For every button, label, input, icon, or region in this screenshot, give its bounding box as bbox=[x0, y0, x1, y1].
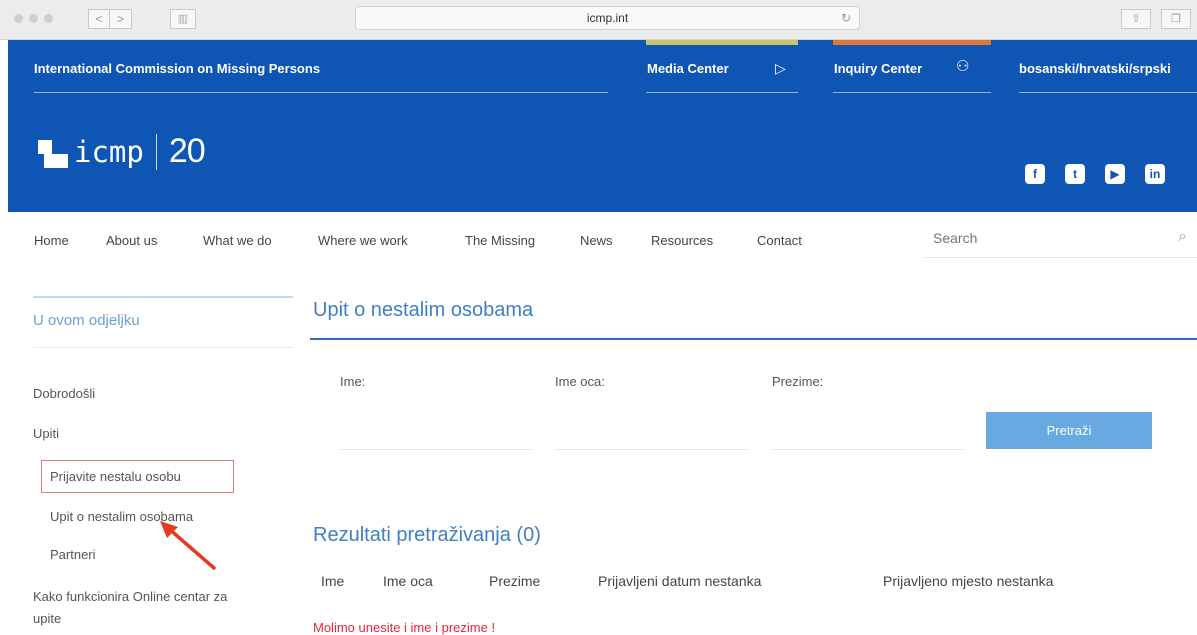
validation-warning: Molimo unesite i ime i prezime ! bbox=[313, 620, 496, 635]
column-place-missing: Prijavljeno mjesto nestanka bbox=[883, 573, 1054, 589]
father-name-input[interactable] bbox=[555, 412, 747, 450]
inquiry-center-accent bbox=[833, 40, 991, 45]
logo-mark-icon bbox=[38, 136, 70, 168]
nav-about-us[interactable]: About us bbox=[106, 233, 157, 248]
first-name-input[interactable] bbox=[340, 412, 532, 450]
sidebar-item-report-missing[interactable]: Prijavite nestalu osobu bbox=[50, 469, 181, 484]
window-controls bbox=[14, 14, 53, 23]
column-father-name: Ime oca bbox=[383, 573, 433, 589]
title-underline bbox=[310, 338, 1197, 340]
nav-what-we-do[interactable]: What we do bbox=[203, 233, 272, 248]
history-buttons: < > bbox=[88, 9, 132, 29]
browser-toolbar: < > ▥ icmp.int ↻ ⇧ ❐ bbox=[0, 0, 1197, 40]
sidebar-item-online-center[interactable]: Kako funkcionira Online centar za bbox=[33, 589, 227, 604]
nav-resources[interactable]: Resources bbox=[651, 233, 713, 248]
site-search: ⌕ bbox=[925, 222, 1197, 258]
last-name-input[interactable] bbox=[772, 412, 964, 450]
inquiry-center-underline bbox=[833, 92, 991, 93]
column-first-name: Ime bbox=[321, 573, 345, 589]
back-button[interactable]: < bbox=[88, 9, 110, 29]
org-name-link[interactable]: International Commission on Missing Pers… bbox=[34, 61, 320, 76]
media-center-accent bbox=[646, 40, 798, 45]
sidebar-item-inquiries[interactable]: Upiti bbox=[33, 426, 59, 441]
share-icon[interactable]: ⇧ bbox=[1121, 9, 1151, 29]
sidebar-divider bbox=[33, 347, 293, 348]
page-title: Upit o nestalim osobama bbox=[313, 299, 534, 321]
sidebar-title: U ovom odjeljku bbox=[33, 312, 140, 329]
logo-anniversary: 20 bbox=[168, 132, 206, 170]
toolbar-actions: ⇧ ❐ bbox=[1121, 9, 1191, 29]
forward-button[interactable]: > bbox=[110, 9, 132, 29]
search-button[interactable]: Pretraži bbox=[986, 412, 1152, 449]
last-name-label: Prezime: bbox=[772, 374, 824, 389]
nav-news[interactable]: News bbox=[580, 233, 613, 248]
address-bar[interactable]: icmp.int ↻ bbox=[355, 6, 860, 30]
first-name-label: Ime: bbox=[340, 374, 366, 389]
language-underline bbox=[1019, 92, 1197, 93]
user-icon: ⚇ bbox=[956, 58, 970, 75]
url-text: icmp.int bbox=[586, 11, 629, 25]
tabs-icon[interactable]: ❐ bbox=[1161, 9, 1191, 29]
zoom-window-button[interactable] bbox=[44, 14, 53, 23]
site-header: International Commission on Missing Pers… bbox=[8, 40, 1197, 212]
sidebar-item-partners[interactable]: Partneri bbox=[50, 547, 96, 562]
sidebar-toggle-icon[interactable]: ▥ bbox=[170, 9, 196, 29]
icmp-logo[interactable]: icmp 20 bbox=[38, 132, 206, 171]
linkedin-icon[interactable]: in bbox=[1145, 164, 1165, 184]
minimize-window-button[interactable] bbox=[29, 14, 38, 23]
logo-text: icmp bbox=[74, 134, 144, 169]
column-date-missing: Prijavljeni datum nestanka bbox=[598, 573, 762, 589]
facebook-icon[interactable]: f bbox=[1025, 164, 1045, 184]
nav-home[interactable]: Home bbox=[34, 233, 69, 248]
father-name-label: Ime oca: bbox=[555, 374, 605, 389]
twitter-icon[interactable]: t bbox=[1065, 164, 1085, 184]
nav-where-we-work[interactable]: Where we work bbox=[318, 233, 408, 248]
sidebar-top-border bbox=[33, 296, 293, 298]
language-link[interactable]: bosanski/hrvatski/srpski bbox=[1019, 61, 1197, 76]
results-title: Rezultati pretraživanja (0) bbox=[313, 524, 541, 546]
search-icon[interactable]: ⌕ bbox=[1178, 228, 1187, 246]
column-last-name: Prezime bbox=[489, 573, 541, 589]
media-center-underline bbox=[646, 92, 798, 93]
play-icon: ▷ bbox=[775, 60, 786, 76]
nav-the-missing[interactable]: The Missing bbox=[465, 233, 535, 248]
search-input[interactable] bbox=[933, 230, 1153, 246]
org-name-underline bbox=[34, 92, 608, 93]
nav-contact[interactable]: Contact bbox=[757, 233, 802, 248]
sidebar-item-welcome[interactable]: Dobrodošli bbox=[33, 386, 95, 401]
media-center-link[interactable]: Media Center bbox=[647, 61, 729, 76]
sidebar-item-online-center-cont[interactable]: upite bbox=[33, 611, 61, 626]
reload-icon[interactable]: ↻ bbox=[841, 7, 851, 29]
logo-divider bbox=[155, 133, 157, 170]
inquiry-center-link[interactable]: Inquiry Center bbox=[834, 61, 922, 76]
close-window-button[interactable] bbox=[14, 14, 23, 23]
youtube-icon[interactable]: ▶ bbox=[1105, 164, 1125, 184]
red-arrow-annotation bbox=[160, 521, 216, 570]
